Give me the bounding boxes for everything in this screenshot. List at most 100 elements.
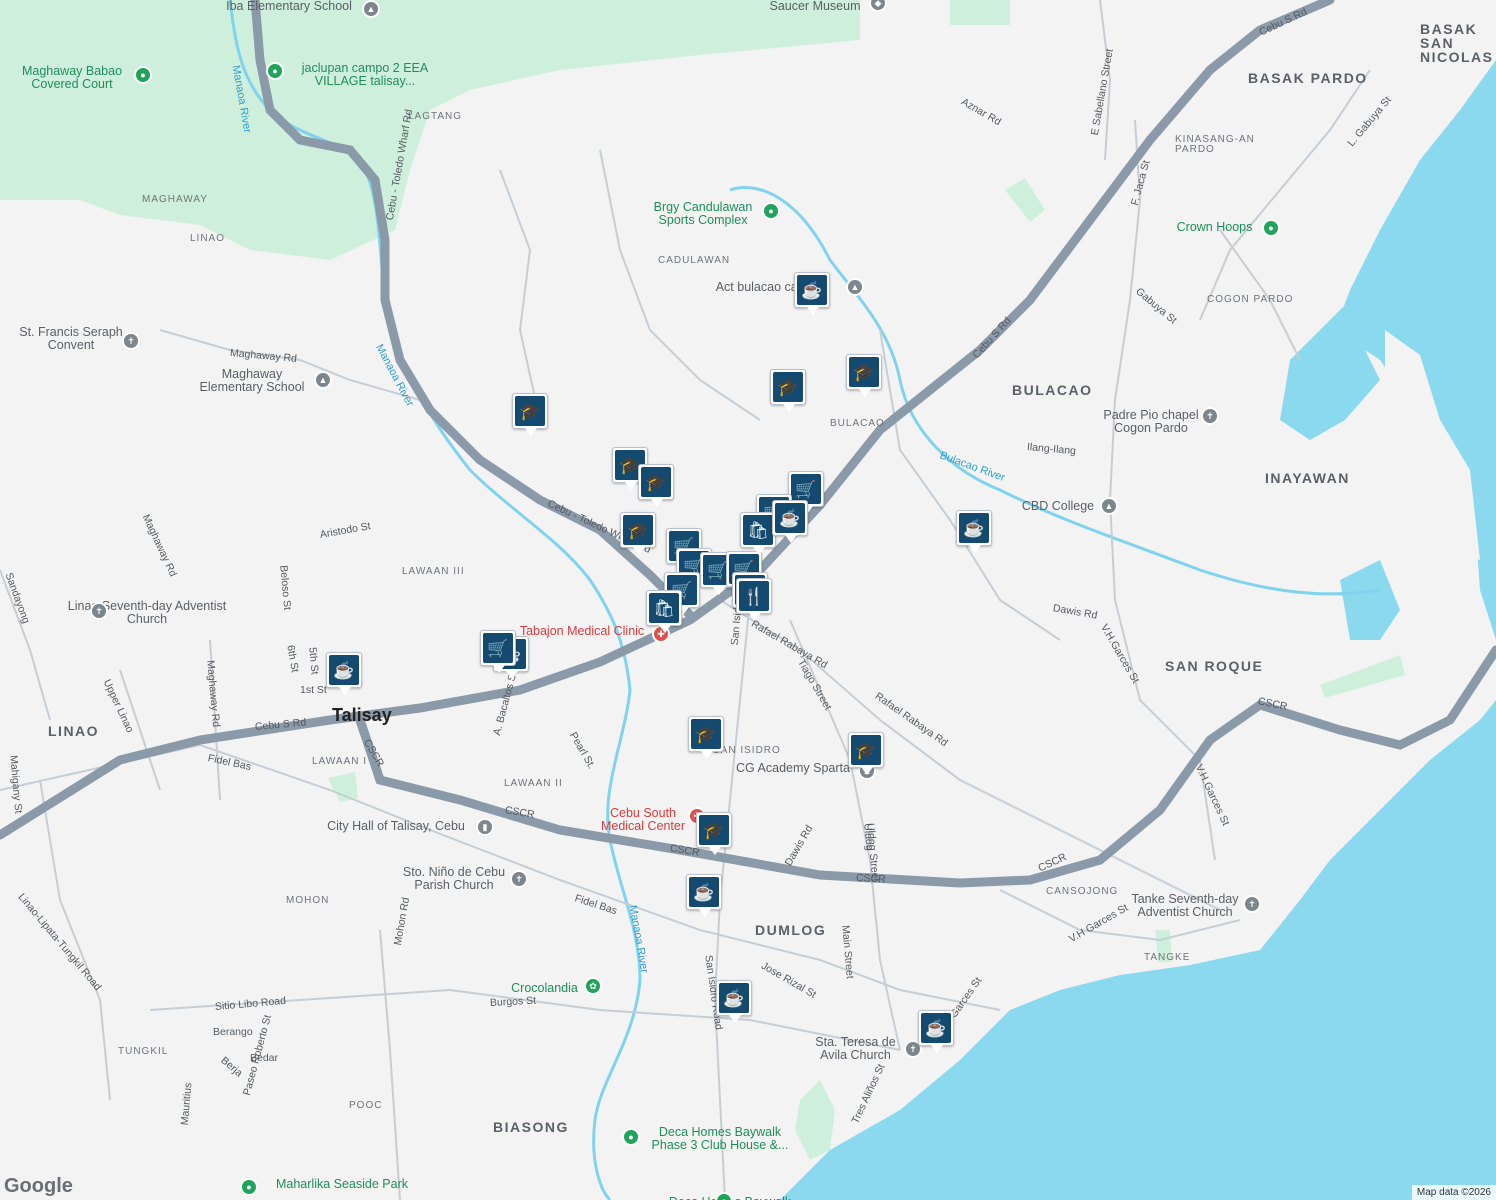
school-marker[interactable]: 🎓 xyxy=(638,464,674,507)
restaurant-marker[interactable]: 🍴 xyxy=(736,578,772,621)
google-logo: Google xyxy=(4,1175,73,1197)
school-marker[interactable]: 🎓 xyxy=(770,369,806,412)
cafe-icon: ☕ xyxy=(329,655,359,685)
school-marker[interactable]: 🎓 xyxy=(846,354,882,397)
area-label: MAGHAWAY xyxy=(142,194,208,205)
poi-label[interactable]: Maghaway Babao Covered Court xyxy=(12,64,132,91)
poi-label[interactable]: Crown Hoops xyxy=(1172,220,1257,234)
school-icon: 🎓 xyxy=(691,719,721,749)
church-icon[interactable]: ✝ xyxy=(122,332,140,350)
map-attribution[interactable]: Map data ©2026 xyxy=(1411,1185,1496,1200)
school-icon: 🎓 xyxy=(641,467,671,497)
church-icon[interactable]: ✝ xyxy=(1243,895,1261,913)
poi-label[interactable]: Crocolandia xyxy=(502,981,587,995)
poi-label[interactable]: jaclupan campo 2 EEA VILLAGE talisay... xyxy=(290,61,440,88)
cafe-marker[interactable]: ☕ xyxy=(794,272,830,315)
restaurant-icon: 🍴 xyxy=(739,581,769,611)
poi-label[interactable]: Maghaway Elementary School xyxy=(192,367,312,394)
poi-label[interactable]: Padre Pio chapel Cogon Pardo xyxy=(1096,408,1206,435)
bag-marker[interactable]: 🛍 xyxy=(646,590,682,633)
poi-label[interactable]: City Hall of Talisay, Cebu xyxy=(316,819,476,833)
area-label: KINASANG-AN PARDO xyxy=(1175,134,1255,155)
poi-label[interactable]: St. Francis Seraph Convent xyxy=(16,325,126,352)
neighborhood-label: BIASONG xyxy=(493,1119,569,1135)
cafe-marker[interactable]: ☕ xyxy=(686,874,722,917)
neighborhood-label: BULACAO xyxy=(1012,382,1093,398)
neighborhood-label: SAN ROQUE xyxy=(1165,658,1264,674)
poi-label[interactable]: Brgy Candulawan Sports Complex xyxy=(648,200,758,227)
zoo-icon[interactable]: ✿ xyxy=(584,977,602,995)
area-label: TUNGKIL xyxy=(118,1046,169,1057)
area-label: CANSOJONG xyxy=(1046,886,1119,897)
neighborhood-label: LINAO xyxy=(48,723,100,739)
place-icon[interactable]: ● xyxy=(622,1128,640,1146)
school-marker[interactable]: 🎓 xyxy=(848,732,884,775)
cafe-marker[interactable]: ☕ xyxy=(772,500,808,543)
poi-label[interactable]: Iba Elementary School xyxy=(214,0,364,13)
neighborhood-label: BASAK SAN NICOLAS xyxy=(1420,21,1494,65)
street-label: Berango xyxy=(213,1026,253,1038)
poi-label[interactable]: CBD College xyxy=(1018,499,1098,513)
school-marker[interactable]: 🎓 xyxy=(688,716,724,759)
poi-label[interactable]: Tabajon Medical Clinic xyxy=(512,624,652,638)
place-icon[interactable]: ● xyxy=(266,62,284,80)
school-icon: 🎓 xyxy=(623,515,653,545)
church-icon[interactable]: ✝ xyxy=(1201,407,1219,425)
poi-label[interactable]: Deca Homes Baywalk Phase 3 Club House &.… xyxy=(640,1125,800,1152)
school-icon: 🎓 xyxy=(515,396,545,426)
place-icon[interactable]: ● xyxy=(134,66,152,84)
place-icon[interactable]: ● xyxy=(240,1178,258,1196)
poi-label[interactable]: Maharlika Seaside Park xyxy=(262,1177,422,1191)
cafe-icon: ☕ xyxy=(959,513,989,543)
school-icon[interactable]: ▲ xyxy=(362,0,380,18)
place-icon[interactable]: ● xyxy=(762,202,780,220)
church-icon[interactable]: ✝ xyxy=(90,602,108,620)
area-label: LAGTANG xyxy=(408,111,463,122)
poi-label[interactable]: Sto. Niño de Cebu Parish Church xyxy=(394,865,514,892)
area-label: CADULAWAN xyxy=(658,255,731,266)
cafe-marker[interactable]: ☕ xyxy=(918,1010,954,1053)
cafe-icon: ☕ xyxy=(797,275,827,305)
school-icon[interactable]: ▲ xyxy=(314,371,332,389)
school-icon: 🎓 xyxy=(773,372,803,402)
bag-icon: 🛍 xyxy=(743,515,773,545)
cafe-marker[interactable]: ☕ xyxy=(956,510,992,553)
poi-label[interactable]: Cebu South Medical Center xyxy=(588,806,698,833)
area-label: POOC xyxy=(349,1100,383,1111)
cart-marker[interactable]: 🛒 xyxy=(480,630,516,673)
area-label: MOHON xyxy=(286,895,330,906)
poi-label[interactable]: Sta. Teresa de Avila Church xyxy=(808,1035,903,1062)
school-icon: 🎓 xyxy=(699,815,729,845)
poi-label[interactable]: Saucer Museum xyxy=(760,0,870,13)
area-label: COGON PARDO xyxy=(1207,294,1294,305)
cafe-marker[interactable]: ☕ xyxy=(716,980,752,1023)
street-label: 1st St xyxy=(300,684,327,696)
cafe-icon: ☕ xyxy=(921,1013,951,1043)
area-label: LAWAAN II xyxy=(504,778,563,789)
school-marker[interactable]: 🎓 xyxy=(620,512,656,555)
city-hall-icon[interactable]: ▮ xyxy=(476,818,494,836)
neighborhood-label: INAYAWAN xyxy=(1265,470,1350,486)
map-canvas[interactable]: Talisay BASAK PARDO BULACAO INAYAWAN SAN ROQ… xyxy=(0,0,1496,1200)
bag-icon: 🛍 xyxy=(649,593,679,623)
city-label: Talisay xyxy=(332,705,392,725)
school-marker[interactable]: 🎓 xyxy=(696,812,732,855)
place-icon[interactable]: ● xyxy=(1262,219,1280,237)
area-label: LAWAAN I xyxy=(312,756,368,767)
area-label: BULACAO xyxy=(830,418,885,429)
poi-label[interactable]: Linao Seventh-day Adventist Church xyxy=(52,599,242,626)
school-icon[interactable]: ▲ xyxy=(846,278,864,296)
school-marker[interactable]: 🎓 xyxy=(512,393,548,436)
neighborhood-label: DUMLOG xyxy=(755,922,827,938)
poi-label[interactable]: Tanke Seventh-day Adventist Church xyxy=(1120,892,1250,919)
church-icon[interactable]: ✝ xyxy=(510,870,528,888)
area-label: LINAO xyxy=(190,233,226,244)
cafe-marker[interactable]: ☕ xyxy=(326,652,362,695)
cafe-icon: ☕ xyxy=(689,877,719,907)
cafe-icon: ☕ xyxy=(775,503,805,533)
street-label: Uldog xyxy=(861,822,876,852)
bag-marker[interactable]: 🛍 xyxy=(740,512,776,555)
poi-label[interactable]: CG Academy Sparta xyxy=(728,761,858,775)
school-icon[interactable]: ▲ xyxy=(1100,497,1118,515)
street-label: Burgos St xyxy=(489,994,537,1009)
